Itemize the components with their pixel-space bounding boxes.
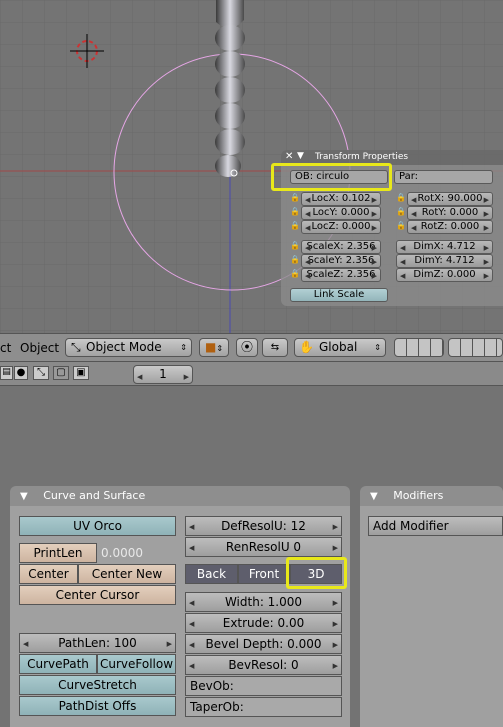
- layer-buttons-1[interactable]: [394, 338, 444, 357]
- highlight-3d-button: [286, 557, 347, 589]
- collapse-triangle-icon[interactable]: ▼: [297, 151, 304, 161]
- center-cursor-button[interactable]: Center Cursor: [19, 585, 176, 605]
- editing-context-icon[interactable]: ▢: [53, 366, 69, 380]
- logic-context-icon[interactable]: ▤: [0, 366, 13, 380]
- close-icon[interactable]: ✕: [285, 151, 293, 162]
- highlight-ob-field: [271, 163, 392, 191]
- mode-selector[interactable]: ⤡ Object Mode ⇕: [65, 338, 192, 357]
- center-button[interactable]: Center: [19, 564, 78, 584]
- printlen-value: 0.0000: [101, 546, 143, 560]
- modifiers-panel-header[interactable]: ▼ Modifiers: [360, 486, 503, 506]
- manipulator-icon[interactable]: ⇆: [262, 338, 288, 357]
- 3d-viewport[interactable]: ✕ ▼ Transform Properties OB: circulo Par…: [0, 0, 503, 333]
- curvefollow-button[interactable]: CurveFollow: [97, 654, 176, 674]
- renresolu-field[interactable]: ◀ RenResolU 0 ▶: [185, 537, 342, 557]
- bevob-field[interactable]: BevOb:: [185, 676, 342, 696]
- frame-field[interactable]: ◀ 1 ▶: [133, 365, 193, 384]
- rotz-field[interactable]: ◀ RotZ: 0.000 ▶: [407, 220, 493, 234]
- uv-orco-button[interactable]: UV Orco: [19, 516, 176, 536]
- transform-panel-title: Transform Properties: [315, 152, 409, 162]
- orientation-selector[interactable]: ✋ Global ⇕: [294, 338, 386, 357]
- pathlen-field[interactable]: ◀ PathLen: 100 ▶: [19, 633, 176, 653]
- taperob-field[interactable]: TaperOb:: [185, 697, 342, 717]
- dimy-field[interactable]: ◀ DimY: 4.712 ▶: [396, 254, 493, 268]
- rotx-field[interactable]: ◀ RotX: 90.000 ▶: [407, 192, 493, 206]
- updown-arrows-icon: ⇕: [180, 343, 187, 352]
- scaley-field[interactable]: ◀ ScaleY: 2.356 ▶: [301, 254, 381, 268]
- link-scale-button[interactable]: Link Scale: [290, 288, 388, 302]
- add-modifier-button[interactable]: Add Modifier: [368, 516, 503, 536]
- lock-icon[interactable]: 🔒: [290, 268, 300, 280]
- back-button[interactable]: Back: [185, 564, 238, 584]
- defresolu-field[interactable]: ◀ DefResolU: 12 ▶: [185, 516, 342, 536]
- printlen-button[interactable]: PrintLen: [19, 543, 97, 563]
- lock-icon[interactable]: 🔒: [396, 206, 406, 218]
- pathdist-offs-button[interactable]: PathDist Offs: [19, 696, 176, 716]
- shading-context-icon[interactable]: ●: [14, 366, 28, 380]
- bevel-depth-field[interactable]: ◀ Bevel Depth: 0.000 ▶: [185, 634, 342, 654]
- hand-icon: ✋: [299, 340, 314, 354]
- scalez-field[interactable]: ◀ ScaleZ: 2.356 ▶: [301, 268, 381, 282]
- roty-field[interactable]: ◀ RotY: 0.000 ▶: [407, 206, 493, 220]
- locy-field[interactable]: ◀ LocY: 0.000 ▶: [301, 206, 381, 220]
- collapse-triangle-icon: ▼: [20, 491, 28, 502]
- cube-icon: ■: [205, 340, 217, 354]
- dimx-field[interactable]: ◀ DimX: 4.712 ▶: [396, 240, 493, 254]
- object-menu[interactable]: Object: [20, 341, 59, 355]
- bevresol-field[interactable]: ◀ BevResol: 0 ▶: [185, 655, 342, 675]
- locz-field[interactable]: ◀ LocZ: 0.000 ▶: [301, 220, 381, 234]
- updown-arrows-icon: ⇕: [374, 343, 381, 352]
- lock-icon[interactable]: 🔒: [396, 192, 406, 204]
- buttons-window-header: ▤ ● ⤡ ▢ ▣ ◀ 1 ▶: [0, 362, 503, 386]
- collapse-triangle-icon: ▼: [370, 491, 378, 502]
- scene-context-icon[interactable]: ▣: [73, 366, 89, 380]
- extrude-field[interactable]: ◀ Extrude: 0.00 ▶: [185, 613, 342, 633]
- lock-icon[interactable]: 🔒: [290, 206, 300, 218]
- width-field[interactable]: ◀ Width: 1.000 ▶: [185, 592, 342, 612]
- object-mode-icon: ⤡: [71, 340, 81, 354]
- modifiers-title: Modifiers: [393, 489, 444, 502]
- front-button[interactable]: Front: [238, 564, 290, 584]
- draw-type-selector[interactable]: ■⇕: [199, 338, 229, 357]
- curve-surface-panel-header[interactable]: ▼ Curve and Surface: [10, 486, 350, 506]
- lock-icon[interactable]: 🔒: [290, 220, 300, 232]
- lock-icon[interactable]: 🔒: [290, 240, 300, 252]
- view-menu-fragment[interactable]: ct: [0, 341, 11, 355]
- modifiers-panel: [360, 506, 503, 727]
- lock-icon[interactable]: 🔒: [290, 254, 300, 266]
- scalex-field[interactable]: ◀ ScaleX: 2.356 ▶: [301, 240, 381, 254]
- parent-field[interactable]: Par:: [394, 170, 493, 184]
- center-new-button[interactable]: Center New: [78, 564, 176, 584]
- 3d-view-header: ct Object ⤡ Object Mode ⇕ ■⇕ ⦿ ⇆ ✋ Globa…: [0, 333, 503, 362]
- layer-buttons-2[interactable]: [448, 338, 503, 357]
- locx-field[interactable]: ◀ LocX: 0.102 ▶: [301, 192, 381, 206]
- lock-icon[interactable]: 🔒: [290, 192, 300, 204]
- object-context-icon[interactable]: ⤡: [33, 366, 49, 380]
- curvepath-button[interactable]: CurvePath: [19, 654, 97, 674]
- curvestretch-button[interactable]: CurveStretch: [19, 675, 176, 695]
- lock-icon[interactable]: 🔒: [396, 220, 406, 232]
- dimz-field[interactable]: ◀ DimZ: 0.000 ▶: [396, 268, 493, 282]
- curve-surface-title: Curve and Surface: [43, 489, 146, 502]
- pivot-icon[interactable]: ⦿: [236, 338, 258, 357]
